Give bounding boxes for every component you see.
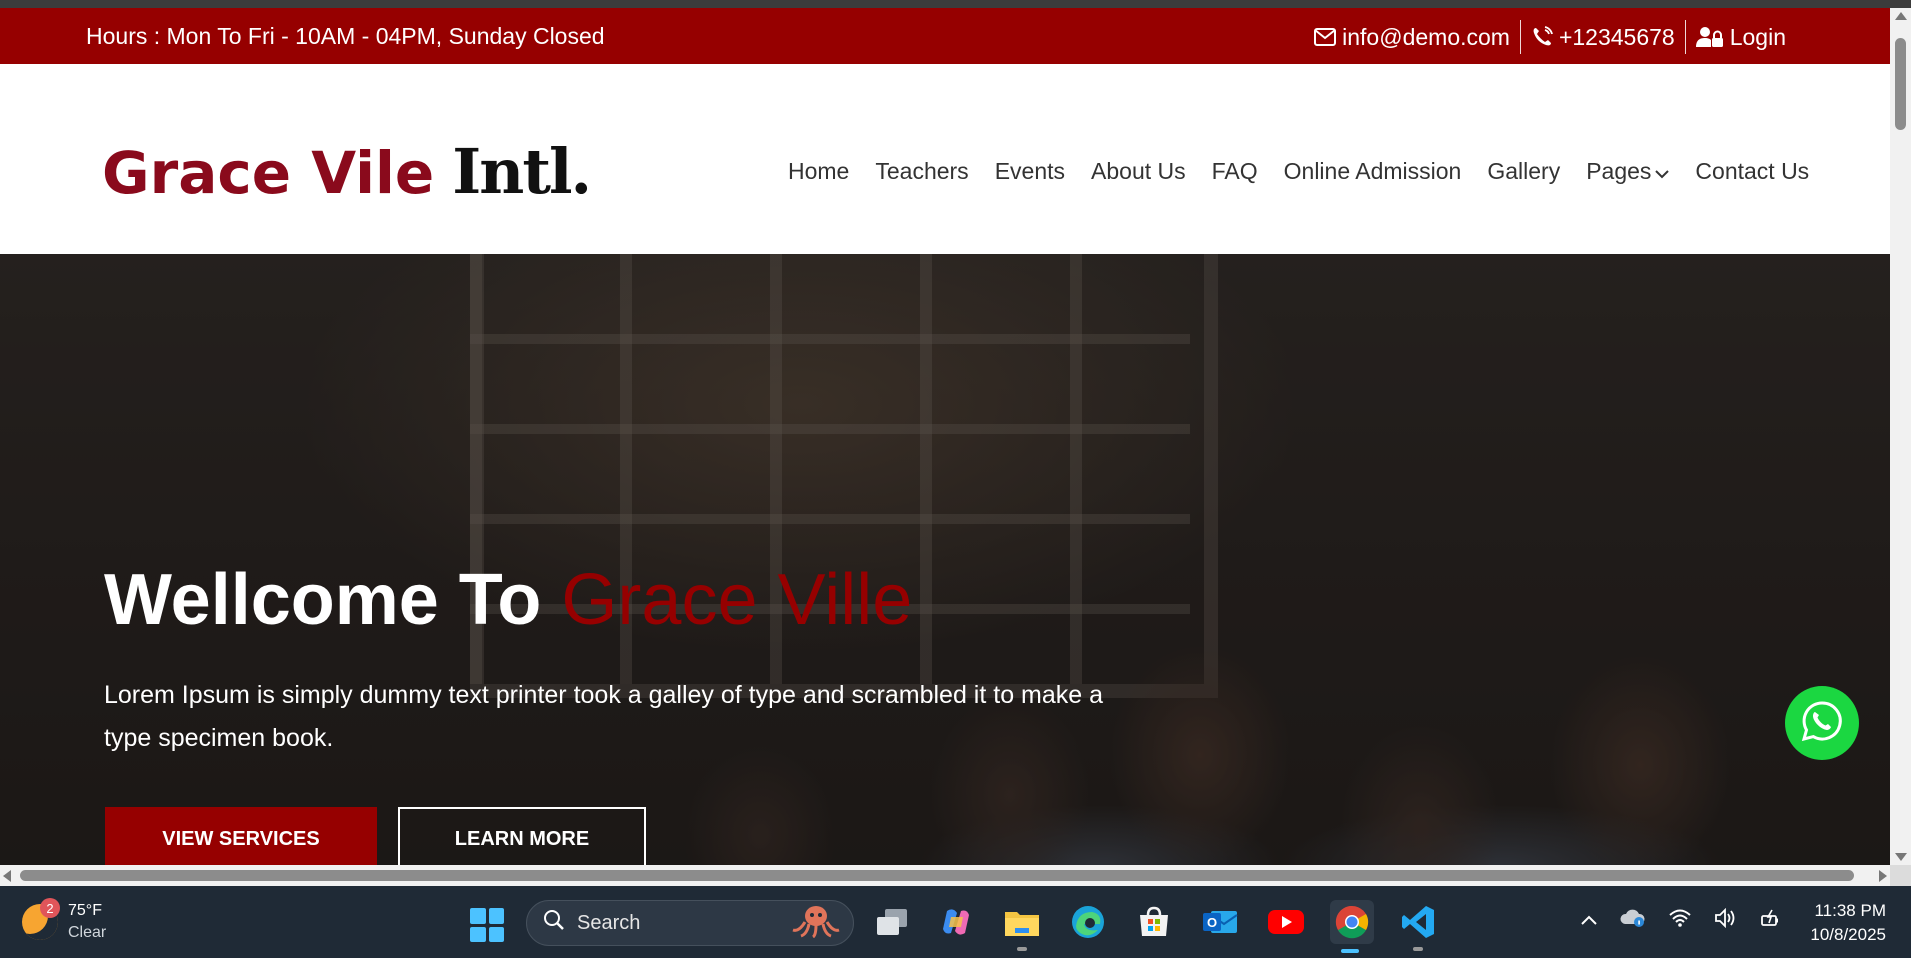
copilot-icon[interactable] <box>936 902 976 942</box>
scroll-down-arrow-icon[interactable] <box>1895 853 1907 861</box>
running-indicator <box>1017 947 1027 951</box>
notification-badge: 2 <box>40 898 60 918</box>
contact-links: info@demo.com +12345678 Login <box>1304 20 1796 54</box>
nav-events[interactable]: Events <box>982 158 1078 185</box>
nav-teachers[interactable]: Teachers <box>862 158 981 185</box>
hero-description: Lorem Ipsum is simply dummy text printer… <box>104 681 1104 752</box>
volume-icon[interactable] <box>1714 907 1738 933</box>
clock-date: 10/8/2025 <box>1810 925 1886 944</box>
whatsapp-icon <box>1800 699 1844 748</box>
learn-more-button[interactable]: LEARN MORE <box>398 807 646 865</box>
nav-faq[interactable]: FAQ <box>1199 158 1271 185</box>
search-label: Search <box>577 911 641 934</box>
chevron-down-icon <box>1655 158 1670 185</box>
hero-title-accent: Grace Ville <box>561 560 913 640</box>
octopus-icon <box>791 902 841 944</box>
info-bar: Hours : Mon To Fri - 10AM - 04PM, Sunday… <box>0 8 1890 64</box>
email-text: info@demo.com <box>1342 23 1510 50</box>
page-viewport: Hours : Mon To Fri - 10AM - 04PM, Sunday… <box>0 8 1890 865</box>
nav-online-admission[interactable]: Online Admission <box>1271 158 1475 185</box>
phone-text: +12345678 <box>1558 23 1675 50</box>
scroll-up-arrow-icon[interactable] <box>1895 12 1907 20</box>
scrollbar-corner <box>1890 865 1911 886</box>
user-lock-icon <box>1695 26 1724 48</box>
weather-condition: Clear <box>68 924 107 941</box>
browser-top-strip <box>0 0 1911 8</box>
weather-temperature: 75°F <box>68 902 102 919</box>
windows-taskbar: 2 75°F Clear Search O 11:38 PM 10/8/2025 <box>0 886 1911 958</box>
envelope-icon <box>1314 28 1337 46</box>
outlook-icon[interactable]: O <box>1200 902 1240 942</box>
search-icon <box>543 909 565 937</box>
file-explorer-icon[interactable] <box>1002 902 1042 951</box>
nav-gallery[interactable]: Gallery <box>1474 158 1573 185</box>
windows-start-icon[interactable] <box>470 908 504 942</box>
nav-pages[interactable]: Pages <box>1573 158 1682 185</box>
svg-text:O: O <box>1207 915 1217 930</box>
moon-icon: 2 <box>22 898 60 940</box>
nav-contact-us[interactable]: Contact Us <box>1682 158 1822 185</box>
view-services-button[interactable]: VIEW SERVICES <box>105 807 377 865</box>
edge-browser-icon[interactable] <box>1068 902 1108 942</box>
youtube-icon[interactable] <box>1266 902 1306 942</box>
whatsapp-button[interactable] <box>1785 686 1859 760</box>
wifi-icon[interactable] <box>1668 908 1692 933</box>
clock-time: 11:38 PM <box>1814 901 1886 920</box>
system-clock[interactable]: 11:38 PM 10/8/2025 <box>1800 899 1886 947</box>
system-tray <box>1580 907 1784 933</box>
weather-text: 75°F Clear <box>68 900 106 944</box>
horizontal-scrollbar[interactable] <box>0 865 1890 886</box>
taskbar-search[interactable]: Search <box>526 900 854 946</box>
vertical-scroll-thumb[interactable] <box>1895 38 1906 130</box>
onedrive-icon[interactable] <box>1620 908 1646 933</box>
scroll-right-arrow-icon[interactable] <box>1879 870 1887 882</box>
nav-pages-label: Pages <box>1586 158 1652 184</box>
login-link[interactable]: Login <box>1686 24 1796 51</box>
vscode-icon[interactable] <box>1398 902 1438 951</box>
vertical-scrollbar[interactable] <box>1890 8 1911 865</box>
logo-text-main: Grace Vile <box>102 139 435 207</box>
nav-home[interactable]: Home <box>775 158 862 185</box>
email-link[interactable]: info@demo.com <box>1304 24 1520 51</box>
horizontal-scroll-thumb[interactable] <box>20 870 1854 881</box>
weather-widget[interactable]: 2 75°F Clear <box>22 898 106 944</box>
hero-title: Wellcome To Grace Ville <box>104 559 912 641</box>
phone-link[interactable]: +12345678 <box>1521 24 1685 51</box>
task-view-icon[interactable] <box>872 902 912 942</box>
running-indicator <box>1413 947 1423 951</box>
site-logo[interactable]: Grace Vile Intl. <box>102 134 592 208</box>
business-hours: Hours : Mon To Fri - 10AM - 04PM, Sunday… <box>86 23 605 49</box>
phone-icon <box>1531 26 1553 48</box>
scroll-left-arrow-icon[interactable] <box>3 870 11 882</box>
nav-about-us[interactable]: About Us <box>1078 158 1199 185</box>
logo-text-intl: Intl. <box>452 135 592 208</box>
chrome-icon[interactable] <box>1330 900 1374 953</box>
active-indicator <box>1341 949 1359 953</box>
site-header: Grace Vile Intl. Home Teachers Events Abo… <box>0 64 1890 254</box>
main-nav: Home Teachers Events About Us FAQ Online… <box>775 158 1822 185</box>
login-text: Login <box>1729 23 1786 50</box>
hero-title-prefix: Wellcome To <box>104 560 562 640</box>
microsoft-store-icon[interactable] <box>1134 902 1174 942</box>
chevron-up-icon[interactable] <box>1580 910 1598 931</box>
hero-section: Wellcome To Grace Ville Lorem Ipsum is s… <box>0 254 1890 865</box>
battery-icon[interactable] <box>1760 908 1784 933</box>
